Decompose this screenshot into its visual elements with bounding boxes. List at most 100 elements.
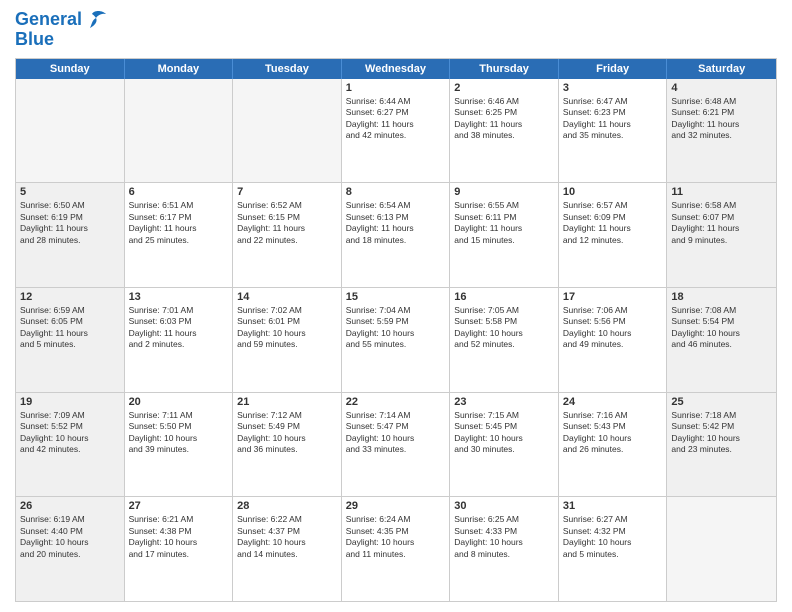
cell-info-text: Sunrise: 6:25 AM Sunset: 4:33 PM Dayligh…	[454, 514, 554, 560]
day-number: 5	[20, 186, 120, 198]
day-number: 6	[129, 186, 229, 198]
calendar-cell	[667, 497, 776, 601]
header-day-friday: Friday	[559, 59, 668, 79]
page-header: General Blue	[15, 10, 777, 50]
calendar-cell: 16 Sunrise: 7:05 AM Sunset: 5:58 PM Dayli…	[450, 288, 559, 392]
cell-info-text: Sunrise: 6:21 AM Sunset: 4:38 PM Dayligh…	[129, 514, 229, 560]
day-number: 20	[129, 396, 229, 408]
logo: General Blue	[15, 10, 106, 50]
cell-info-text: Sunrise: 6:19 AM Sunset: 4:40 PM Dayligh…	[20, 514, 120, 560]
cell-info-text: Sunrise: 6:52 AM Sunset: 6:15 PM Dayligh…	[237, 200, 337, 246]
calendar-cell: 15Sunrise: 7:04 AM Sunset: 5:59 PM Dayli…	[342, 288, 451, 392]
header-day-thursday: Thursday	[450, 59, 559, 79]
calendar-page: General Blue SundayMondayTuesdayWednesda…	[0, 0, 792, 612]
calendar-cell: 19Sunrise: 7:09 AM Sunset: 5:52 PM Dayli…	[16, 393, 125, 497]
calendar-cell: 22 Sunrise: 7:14 AM Sunset: 5:47 PM Dayli…	[342, 393, 451, 497]
calendar-header: SundayMondayTuesdayWednesdayThursdayFrid…	[16, 59, 776, 79]
cell-info-text: Sunrise: 7:14 AM Sunset: 5:47 PM Dayligh…	[346, 410, 446, 456]
cell-info-text: Sunrise: 7:12 AM Sunset: 5:49 PM Dayligh…	[237, 410, 337, 456]
day-number: 27	[129, 500, 229, 512]
day-number: 12	[20, 291, 120, 303]
day-number: 15	[346, 291, 446, 303]
cell-info-text: Sunrise: 6:46 AM Sunset: 6:25 PM Dayligh…	[454, 96, 554, 142]
day-number: 21	[237, 396, 337, 408]
day-number: 28	[237, 500, 337, 512]
calendar-cell: 11Sunrise: 6:58 AM Sunset: 6:07 PM Dayli…	[667, 183, 776, 287]
calendar-cell: 23 Sunrise: 7:15 AM Sunset: 5:45 PM Dayli…	[450, 393, 559, 497]
cell-info-text: Sunrise: 7:08 AM Sunset: 5:54 PM Dayligh…	[671, 305, 772, 351]
day-number: 23	[454, 396, 554, 408]
day-number: 30	[454, 500, 554, 512]
calendar-cell: 2 Sunrise: 6:46 AM Sunset: 6:25 PM Daylig…	[450, 79, 559, 183]
day-number: 13	[129, 291, 229, 303]
day-number: 3	[563, 82, 663, 94]
day-number: 8	[346, 186, 446, 198]
day-number: 18	[671, 291, 772, 303]
day-number: 19	[20, 396, 120, 408]
calendar-cell: 27 Sunrise: 6:21 AM Sunset: 4:38 PM Dayli…	[125, 497, 234, 601]
calendar-cell: 5 Sunrise: 6:50 AM Sunset: 6:19 PM Daylig…	[16, 183, 125, 287]
cell-info-text: Sunrise: 6:55 AM Sunset: 6:11 PM Dayligh…	[454, 200, 554, 246]
calendar-cell: 1 Sunrise: 6:44 AM Sunset: 6:27 PM Daylig…	[342, 79, 451, 183]
day-number: 2	[454, 82, 554, 94]
cell-info-text: Sunrise: 7:16 AM Sunset: 5:43 PM Dayligh…	[563, 410, 663, 456]
cell-info-text: Sunrise: 7:11 AM Sunset: 5:50 PM Dayligh…	[129, 410, 229, 456]
header-day-tuesday: Tuesday	[233, 59, 342, 79]
cell-info-text: Sunrise: 6:51 AM Sunset: 6:17 PM Dayligh…	[129, 200, 229, 246]
day-number: 22	[346, 396, 446, 408]
calendar-body: 1 Sunrise: 6:44 AM Sunset: 6:27 PM Daylig…	[16, 79, 776, 601]
cell-info-text: Sunrise: 7:06 AM Sunset: 5:56 PM Dayligh…	[563, 305, 663, 351]
calendar-week-1: 1 Sunrise: 6:44 AM Sunset: 6:27 PM Daylig…	[16, 79, 776, 183]
calendar-week-4: 19Sunrise: 7:09 AM Sunset: 5:52 PM Dayli…	[16, 392, 776, 497]
cell-info-text: Sunrise: 7:01 AM Sunset: 6:03 PM Dayligh…	[129, 305, 229, 351]
calendar-cell: 25Sunrise: 7:18 AM Sunset: 5:42 PM Dayli…	[667, 393, 776, 497]
cell-info-text: Sunrise: 7:05 AM Sunset: 5:58 PM Dayligh…	[454, 305, 554, 351]
cell-info-text: Sunrise: 7:02 AM Sunset: 6:01 PM Dayligh…	[237, 305, 337, 351]
day-number: 26	[20, 500, 120, 512]
cell-info-text: Sunrise: 6:24 AM Sunset: 4:35 PM Dayligh…	[346, 514, 446, 560]
header-day-monday: Monday	[125, 59, 234, 79]
header-day-sunday: Sunday	[16, 59, 125, 79]
calendar-week-5: 26 Sunrise: 6:19 AM Sunset: 4:40 PM Dayli…	[16, 496, 776, 601]
calendar-cell: 20 Sunrise: 7:11 AM Sunset: 5:50 PM Dayli…	[125, 393, 234, 497]
cell-info-text: Sunrise: 6:44 AM Sunset: 6:27 PM Dayligh…	[346, 96, 446, 142]
calendar-cell: 7 Sunrise: 6:52 AM Sunset: 6:15 PM Daylig…	[233, 183, 342, 287]
calendar-cell: 21 Sunrise: 7:12 AM Sunset: 5:49 PM Dayli…	[233, 393, 342, 497]
cell-info-text: Sunrise: 7:15 AM Sunset: 5:45 PM Dayligh…	[454, 410, 554, 456]
calendar-cell: 24 Sunrise: 7:16 AM Sunset: 5:43 PM Dayli…	[559, 393, 668, 497]
cell-info-text: Sunrise: 6:50 AM Sunset: 6:19 PM Dayligh…	[20, 200, 120, 246]
day-number: 16	[454, 291, 554, 303]
header-day-wednesday: Wednesday	[342, 59, 451, 79]
calendar-cell: 4Sunrise: 6:48 AM Sunset: 6:21 PM Daylig…	[667, 79, 776, 183]
cell-info-text: Sunrise: 6:47 AM Sunset: 6:23 PM Dayligh…	[563, 96, 663, 142]
logo-text: General	[15, 10, 82, 30]
calendar-cell: 6 Sunrise: 6:51 AM Sunset: 6:17 PM Daylig…	[125, 183, 234, 287]
calendar-cell: 12 Sunrise: 6:59 AM Sunset: 6:05 PM Dayli…	[16, 288, 125, 392]
cell-info-text: Sunrise: 6:27 AM Sunset: 4:32 PM Dayligh…	[563, 514, 663, 560]
calendar: SundayMondayTuesdayWednesdayThursdayFrid…	[15, 58, 777, 602]
cell-info-text: Sunrise: 7:18 AM Sunset: 5:42 PM Dayligh…	[671, 410, 772, 456]
day-number: 7	[237, 186, 337, 198]
calendar-cell: 17Sunrise: 7:06 AM Sunset: 5:56 PM Dayli…	[559, 288, 668, 392]
cell-info-text: Sunrise: 6:57 AM Sunset: 6:09 PM Dayligh…	[563, 200, 663, 246]
calendar-cell: 3 Sunrise: 6:47 AM Sunset: 6:23 PM Daylig…	[559, 79, 668, 183]
calendar-cell: 29 Sunrise: 6:24 AM Sunset: 4:35 PM Dayli…	[342, 497, 451, 601]
header-day-saturday: Saturday	[667, 59, 776, 79]
day-number: 4	[671, 82, 772, 94]
day-number: 31	[563, 500, 663, 512]
calendar-cell: 10 Sunrise: 6:57 AM Sunset: 6:09 PM Dayli…	[559, 183, 668, 287]
calendar-cell: 14Sunrise: 7:02 AM Sunset: 6:01 PM Dayli…	[233, 288, 342, 392]
day-number: 1	[346, 82, 446, 94]
day-number: 29	[346, 500, 446, 512]
calendar-week-2: 5 Sunrise: 6:50 AM Sunset: 6:19 PM Daylig…	[16, 182, 776, 287]
calendar-cell: 28Sunrise: 6:22 AM Sunset: 4:37 PM Dayli…	[233, 497, 342, 601]
calendar-cell	[233, 79, 342, 183]
cell-info-text: Sunrise: 6:54 AM Sunset: 6:13 PM Dayligh…	[346, 200, 446, 246]
logo-text2: Blue	[15, 30, 106, 50]
day-number: 10	[563, 186, 663, 198]
day-number: 24	[563, 396, 663, 408]
cell-info-text: Sunrise: 6:59 AM Sunset: 6:05 PM Dayligh…	[20, 305, 120, 351]
calendar-cell: 8 Sunrise: 6:54 AM Sunset: 6:13 PM Daylig…	[342, 183, 451, 287]
logo-bird-icon	[84, 10, 106, 28]
calendar-cell: 26 Sunrise: 6:19 AM Sunset: 4:40 PM Dayli…	[16, 497, 125, 601]
